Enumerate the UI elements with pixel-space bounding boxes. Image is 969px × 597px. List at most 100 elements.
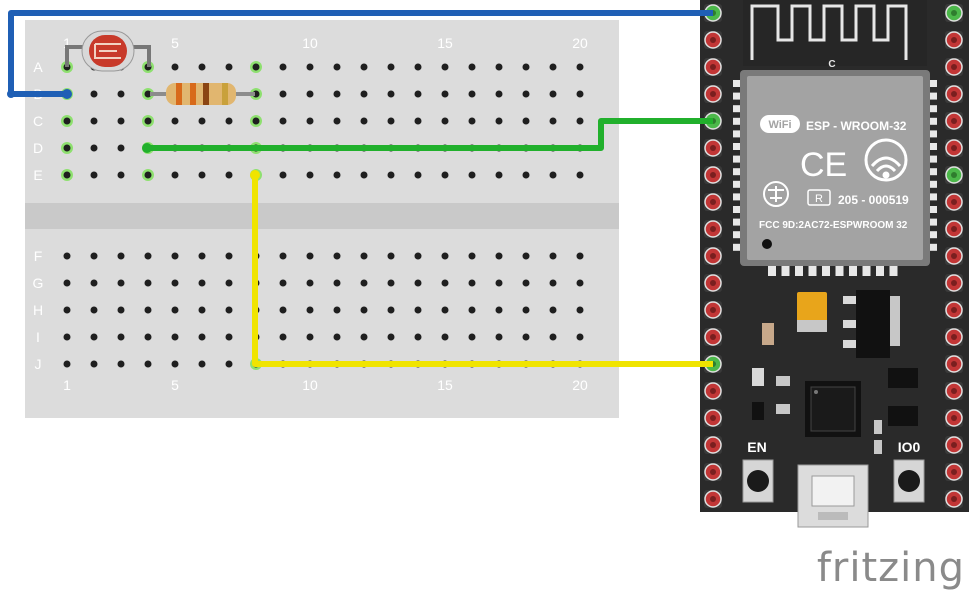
breadboard-hole [225,252,233,260]
io0-button-cap[interactable] [898,470,920,492]
breadboard-hole [387,117,395,125]
led-1 [752,368,764,386]
esp32-board: C WiFi ESP - WROOM-32 CE R 205 - 000519 … [700,0,969,528]
breadboard-hole [117,117,125,125]
breadboard-hole [63,171,71,179]
breadboard-hole [90,360,98,368]
regulator-tab [890,296,900,346]
breadboard-hole [414,279,422,287]
regulator-pin [843,340,856,348]
breadboard-hole [171,171,179,179]
breadboard-channel [25,203,619,229]
breadboard-hole [90,171,98,179]
wire-bend [7,90,15,98]
breadboard-hole [360,279,368,287]
breadboard-hole [414,306,422,314]
breadboard-hole [90,333,98,341]
diode [752,402,764,420]
breadboard-hole [468,252,476,260]
breadboard-hole [441,63,449,71]
module-pad [862,266,871,276]
row-letter: D [33,140,43,156]
module-pad [781,266,790,276]
breadboard-hole [549,63,557,71]
breadboard-hole [279,279,287,287]
breadboard-hole [549,252,557,260]
row-letter: F [34,248,43,264]
breadboard-hole [198,63,206,71]
breadboard-hole [252,63,260,71]
breadboard-hole [360,171,368,179]
breadboard-hole [306,279,314,287]
breadboard-hole [360,63,368,71]
breadboard-hole [387,279,395,287]
breadboard-hole [468,306,476,314]
breadboard-hole [225,171,233,179]
breadboard-hole [441,306,449,314]
column-number: 5 [171,377,179,393]
breadboard-hole [63,360,71,368]
breadboard-hole [549,171,557,179]
breadboard-hole [495,333,503,341]
breadboard-hole [441,333,449,341]
breadboard-hole [279,90,287,98]
resistor-smd [762,323,774,345]
breadboard-hole [441,171,449,179]
module-pad [849,266,857,276]
breadboard-hole [117,306,125,314]
breadboard-hole [414,171,422,179]
breadboard-hole [414,252,422,260]
breadboard-hole [522,171,530,179]
breadboard-hole [279,63,287,71]
module-pad [822,266,830,276]
breadboard-hole [414,90,422,98]
ce-mark: CE [800,146,847,184]
breadboard-hole [306,90,314,98]
breadboard-hole [117,171,125,179]
breadboard-hole [387,306,395,314]
breadboard-hole [63,333,71,341]
breadboard-hole [198,279,206,287]
breadboard-hole [306,252,314,260]
wire-end [250,170,260,180]
breadboard-hole [306,306,314,314]
breadboard-hole [90,279,98,287]
breadboard-hole [549,279,557,287]
breadboard-hole [144,306,152,314]
en-button-cap[interactable] [747,470,769,492]
breadboard-hole [144,171,152,179]
io0-button[interactable] [893,459,925,503]
column-number: 10 [302,35,318,51]
breadboard-hole [225,360,233,368]
breadboard-hole [306,117,314,125]
en-button[interactable] [742,459,774,503]
breadboard-hole [495,252,503,260]
breadboard-hole [576,306,584,314]
breadboard-hole [387,63,395,71]
breadboard-hole [144,117,152,125]
breadboard-hole [522,333,530,341]
antenna-label: C [828,59,835,70]
module-pad [768,266,776,276]
breadboard-hole [225,306,233,314]
breadboard-hole [225,279,233,287]
row-letter: G [33,275,44,291]
breadboard-hole [171,63,179,71]
breadboard-hole [360,90,368,98]
row-letter: H [33,302,43,318]
breadboard-hole [333,90,341,98]
module-pad [889,266,898,276]
breadboard-hole [279,306,287,314]
breadboard-hole [495,63,503,71]
breadboard-hole [441,117,449,125]
breadboard-hole [495,306,503,314]
breadboard-hole [441,90,449,98]
breadboard-hole [171,279,179,287]
pin1-dot [762,239,772,249]
en-label: EN [747,439,766,455]
breadboard-hole [171,306,179,314]
chip-pin1 [814,390,818,394]
breadboard-hole [90,306,98,314]
breadboard-hole [90,90,98,98]
breadboard-hole [549,90,557,98]
